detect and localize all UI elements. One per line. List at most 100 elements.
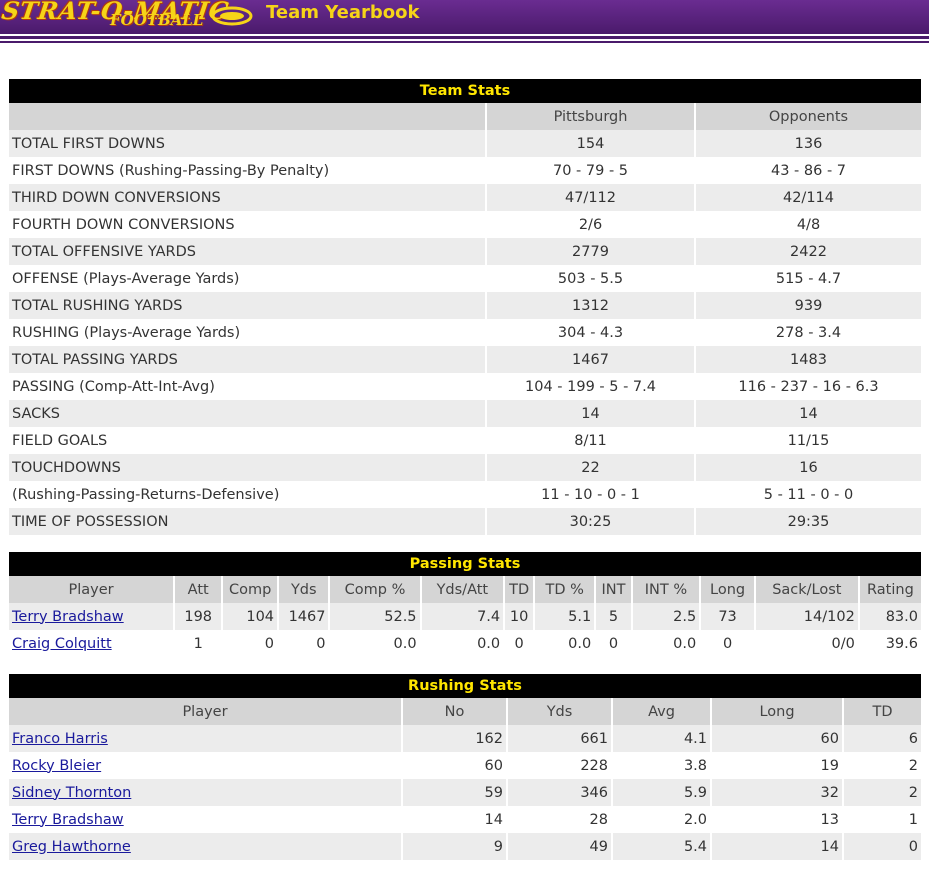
passing-value-cell: 104	[223, 603, 280, 630]
stat-team-value: 503 - 5.5	[487, 265, 696, 292]
team-stats-title: Team Stats	[9, 79, 921, 103]
stat-opponent-value: 4/8	[696, 211, 921, 238]
team-stats-title-row: Team Stats	[9, 79, 921, 103]
football-icon	[211, 6, 253, 26]
stat-team-value: 2779	[487, 238, 696, 265]
stat-team-value: 154	[487, 130, 696, 157]
passing-header-cell: TD %	[535, 576, 597, 603]
stat-team-value: 14	[487, 400, 696, 427]
player-link[interactable]: Rocky Bleier	[12, 758, 101, 774]
rushing-value-cell: 4.1	[613, 725, 712, 752]
passing-header-cell: Sack/Lost	[755, 576, 860, 603]
passing-value-cell: 0.0	[330, 630, 422, 657]
player-link[interactable]: Craig Colquitt	[12, 636, 112, 652]
team-stat-row: TOUCHDOWNS 22 16	[9, 454, 921, 481]
passing-value-cell: 14/102	[755, 603, 860, 630]
stat-opponent-value: 136	[696, 130, 921, 157]
header-blank	[9, 103, 487, 130]
strat-o-matic-logo[interactable]: STRAT-O-MATIC FOOTBALL	[0, 0, 260, 34]
stat-opponent-value: 42/114	[696, 184, 921, 211]
stat-opponent-value: 1483	[696, 346, 921, 373]
player-link[interactable]: Terry Bradshaw	[12, 812, 124, 828]
rushing-header-row: Player No Yds Avg Long TD	[9, 698, 921, 725]
passing-player-cell: Craig Colquitt	[9, 630, 176, 657]
rushing-row: Rocky Bleier 60 228 3.8 19 2	[9, 752, 921, 779]
passing-header-cell: INT %	[632, 576, 702, 603]
stat-opponent-value: 29:35	[696, 508, 921, 535]
stat-opponent-value: 116 - 237 - 16 - 6.3	[696, 373, 921, 400]
stat-team-value: 47/112	[487, 184, 696, 211]
passing-header-cell: Att	[175, 576, 224, 603]
passing-value-cell: 0	[701, 630, 756, 657]
rushing-player-cell: Sidney Thornton	[9, 779, 403, 806]
rushing-value-cell: 14	[403, 806, 508, 833]
stat-opponent-value: 2422	[696, 238, 921, 265]
passing-header-cell: Player	[9, 576, 176, 603]
rushing-value-cell: 228	[508, 752, 613, 779]
header-team: Pittsburgh	[487, 103, 696, 130]
passing-value-cell: 198	[175, 603, 224, 630]
player-link[interactable]: Greg Hawthorne	[12, 839, 131, 855]
rushing-player-cell: Greg Hawthorne	[9, 833, 403, 860]
stat-label: TOUCHDOWNS	[9, 454, 487, 481]
rushing-value-cell: 60	[403, 752, 508, 779]
stat-label: (Rushing-Passing-Returns-Defensive)	[9, 481, 487, 508]
rushing-header-cell: No	[403, 698, 508, 725]
stat-label: OFFENSE (Plays-Average Yards)	[9, 265, 487, 292]
rushing-value-cell: 13	[712, 806, 844, 833]
team-stat-row: FIRST DOWNS (Rushing-Passing-By Penalty)…	[9, 157, 921, 184]
stat-team-value: 1312	[487, 292, 696, 319]
team-stat-row: TOTAL PASSING YARDS 1467 1483	[9, 346, 921, 373]
rushing-value-cell: 2.0	[613, 806, 712, 833]
team-stat-row: FIELD GOALS 8/11 11/15	[9, 427, 921, 454]
rushing-stats-title-row: Rushing Stats	[9, 674, 921, 698]
passing-value-cell: 0	[505, 630, 536, 657]
stat-opponent-value: 14	[696, 400, 921, 427]
stat-label: TOTAL RUSHING YARDS	[9, 292, 487, 319]
player-link[interactable]: Sidney Thornton	[12, 785, 131, 801]
rushing-player-cell: Rocky Bleier	[9, 752, 403, 779]
passing-value-cell: 83.0	[859, 603, 921, 630]
passing-value-cell: 0	[279, 630, 331, 657]
passing-header-cell: Yds	[279, 576, 331, 603]
passing-value-cell: 0.0	[632, 630, 702, 657]
rushing-stats-title: Rushing Stats	[9, 674, 921, 698]
stat-label: FIELD GOALS	[9, 427, 487, 454]
passing-stats-title: Passing Stats	[9, 552, 921, 576]
stat-team-value: 304 - 4.3	[487, 319, 696, 346]
stat-team-value: 70 - 79 - 5	[487, 157, 696, 184]
team-stat-row: TOTAL RUSHING YARDS 1312 939	[9, 292, 921, 319]
team-stat-row: (Rushing-Passing-Returns-Defensive) 11 - …	[9, 481, 921, 508]
passing-value-cell: 0.0	[535, 630, 597, 657]
passing-header-row: Player Att Comp Yds Comp % Yds/Att TD TD % INT IN…	[9, 576, 921, 603]
team-stat-row: RUSHING (Plays-Average Yards) 304 - 4.3 27…	[9, 319, 921, 346]
player-link[interactable]: Terry Bradshaw	[12, 609, 124, 625]
passing-value-cell: 0	[596, 630, 633, 657]
rushing-row: Greg Hawthorne 9 49 5.4 14 0	[9, 833, 921, 860]
passing-header-cell: Yds/Att	[421, 576, 506, 603]
rushing-stats-table: Rushing Stats Player No Yds Avg Long TD Franc…	[9, 674, 921, 860]
team-stat-row: TOTAL OFFENSIVE YARDS 2779 2422	[9, 238, 921, 265]
player-link[interactable]: Franco Harris	[12, 731, 108, 747]
rushing-value-cell: 1	[844, 806, 921, 833]
rushing-header-cell: Yds	[508, 698, 613, 725]
passing-header-cell: Comp	[223, 576, 280, 603]
rushing-row: Terry Bradshaw 14 28 2.0 13 1	[9, 806, 921, 833]
rushing-value-cell: 162	[403, 725, 508, 752]
passing-value-cell: 5	[596, 603, 633, 630]
stat-team-value: 8/11	[487, 427, 696, 454]
stat-team-value: 30:25	[487, 508, 696, 535]
rushing-value-cell: 661	[508, 725, 613, 752]
passing-header-cell: TD	[505, 576, 536, 603]
passing-value-cell: 1	[175, 630, 224, 657]
passing-value-cell: 5.1	[535, 603, 597, 630]
rushing-value-cell: 5.4	[613, 833, 712, 860]
header-divider	[0, 36, 929, 39]
stat-opponent-value: 16	[696, 454, 921, 481]
stat-team-value: 2/6	[487, 211, 696, 238]
rushing-value-cell: 14	[712, 833, 844, 860]
passing-header-cell: INT	[596, 576, 633, 603]
team-stat-row: SACKS 14 14	[9, 400, 921, 427]
stat-label: THIRD DOWN CONVERSIONS	[9, 184, 487, 211]
rushing-value-cell: 6	[844, 725, 921, 752]
